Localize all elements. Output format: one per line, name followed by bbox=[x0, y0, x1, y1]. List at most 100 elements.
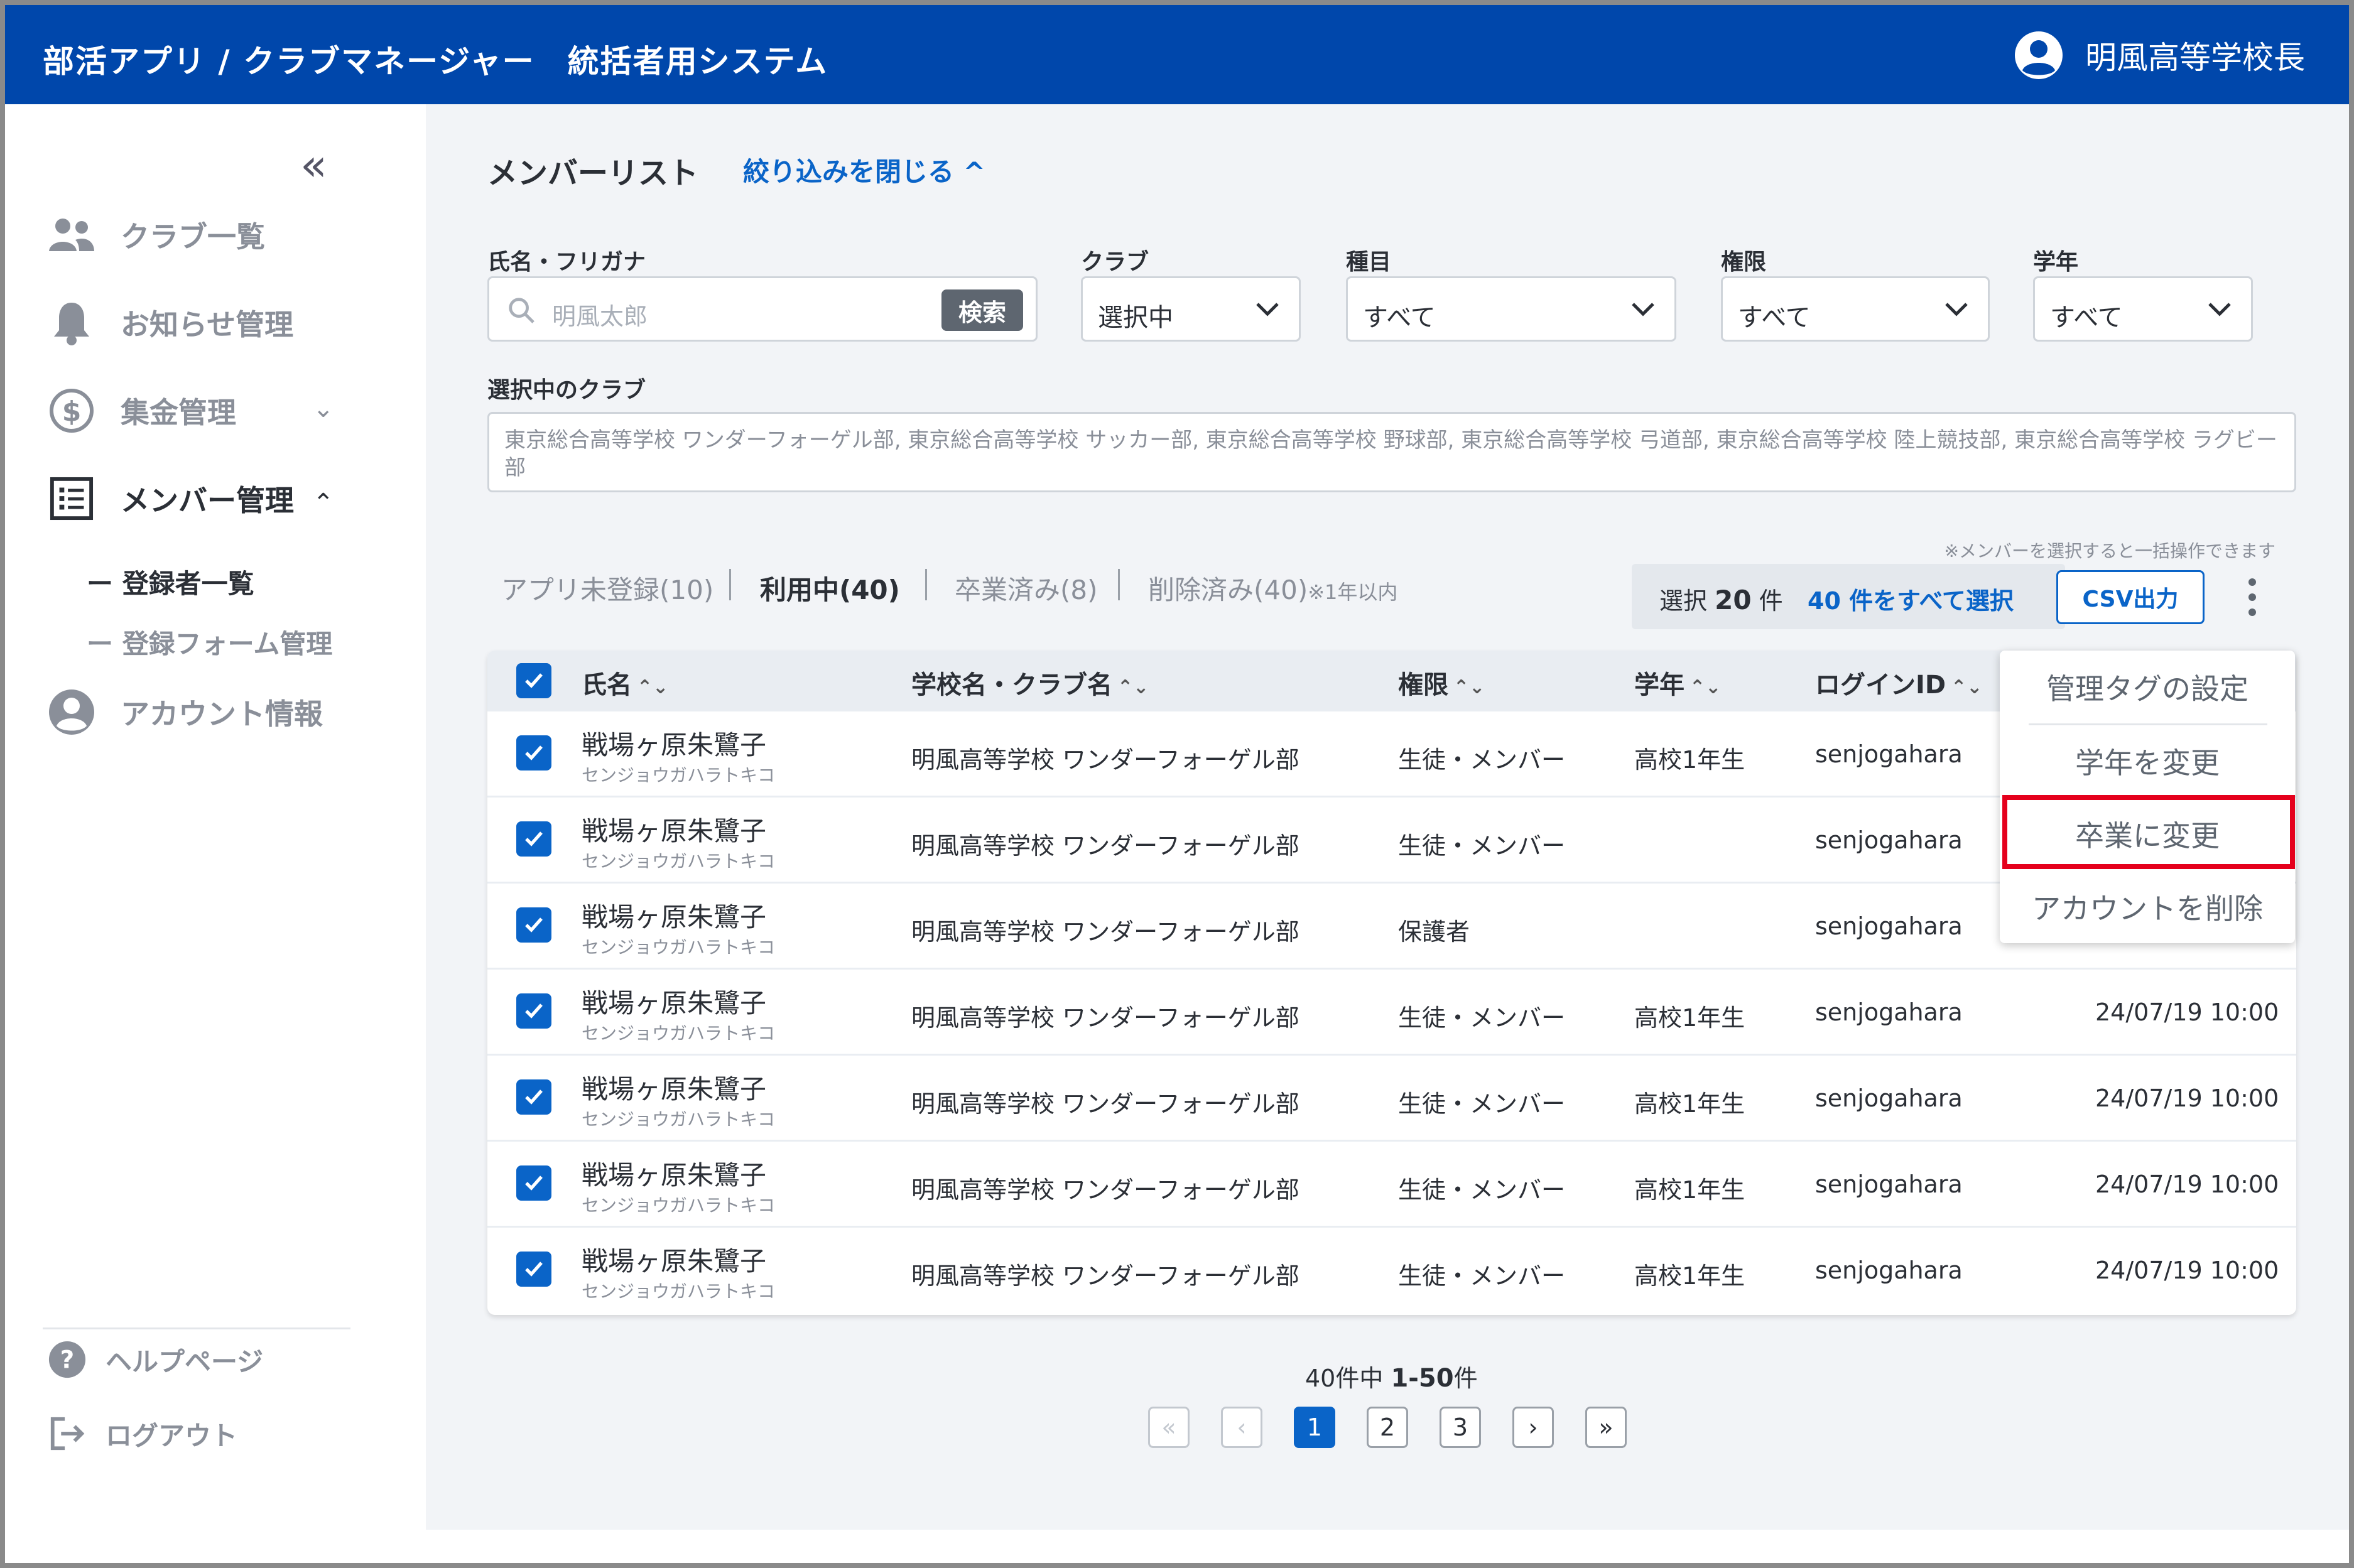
check-icon bbox=[525, 1003, 543, 1019]
next-page-button[interactable]: › bbox=[1512, 1407, 1554, 1448]
check-icon bbox=[525, 1176, 543, 1191]
member-login-id: senjogahara bbox=[1815, 1171, 1963, 1198]
sidebar: « クラブ一覧 お知らせ管理 $ 集金管理 ⌄ メンバー管理 ⌃ ー 登録者一覧… bbox=[5, 104, 426, 1530]
column-label: 学校名・クラブ名 bbox=[911, 671, 1112, 700]
name-search-field[interactable]: 明風太郎 検索 bbox=[487, 276, 1038, 342]
nav-item-collection[interactable]: $ 集金管理 bbox=[48, 387, 236, 435]
help-link[interactable]: ? ヘルプページ bbox=[48, 1340, 263, 1379]
member-name: 戦場ヶ原朱鷺子 bbox=[582, 1074, 767, 1105]
member-date: 24/07/19 10:00 bbox=[2095, 998, 2279, 1026]
type-select[interactable]: すべて bbox=[1346, 276, 1676, 342]
select-all-checkbox[interactable] bbox=[516, 663, 551, 698]
page-title: メンバーリスト bbox=[487, 156, 699, 191]
tab-deleted[interactable]: 削除済み(40)※1年以内 bbox=[1148, 569, 1397, 607]
type-select-value: すべて bbox=[1363, 303, 1436, 332]
role-select[interactable]: すべて bbox=[1721, 276, 1990, 342]
member-login-id: senjogahara bbox=[1815, 826, 1963, 854]
tab-graduated[interactable]: 卒業済み(8) bbox=[955, 569, 1098, 607]
member-role: 生徒・メンバー bbox=[1398, 832, 1566, 860]
nav-item-label: メンバー管理 bbox=[121, 484, 294, 517]
column-header-grade[interactable]: 学年 ⌃⌄ bbox=[1634, 664, 1721, 701]
row-checkbox[interactable] bbox=[516, 735, 551, 770]
column-header-login-id[interactable]: ログインID ⌃⌄ bbox=[1815, 664, 1982, 701]
column-label: 学年 bbox=[1634, 671, 1684, 700]
row-checkbox[interactable] bbox=[516, 907, 551, 943]
column-label: 氏名 bbox=[582, 671, 632, 700]
tab-divider bbox=[729, 569, 731, 600]
last-page-button[interactable]: » bbox=[1585, 1407, 1627, 1448]
check-icon bbox=[525, 673, 543, 688]
selection-summary: 選択 20 件 40 件をすべて選択 bbox=[1632, 564, 2065, 629]
nav-item-members[interactable]: メンバー管理 bbox=[48, 475, 294, 522]
menu-item-tag-settings[interactable]: 管理タグの設定 bbox=[2000, 651, 2295, 723]
selected-clubs-label: 選択中のクラブ bbox=[487, 377, 646, 403]
search-placeholder[interactable]: 明風太郎 bbox=[552, 297, 648, 332]
row-checkbox[interactable] bbox=[516, 993, 551, 1029]
filter-toggle-link[interactable]: 絞り込みを閉じる ^ bbox=[743, 151, 985, 189]
member-login-id: senjogahara bbox=[1815, 1257, 1963, 1284]
check-icon bbox=[525, 1089, 543, 1105]
role-filter-label: 権限 bbox=[1721, 249, 1767, 275]
row-checkbox[interactable] bbox=[516, 821, 551, 857]
member-grade: 高校1年生 bbox=[1634, 1004, 1745, 1032]
nav-item-account[interactable]: アカウント情報 bbox=[48, 688, 323, 736]
user-name: 明風高等学校長 bbox=[2085, 40, 2305, 76]
member-role: 保護者 bbox=[1398, 918, 1470, 946]
sort-icon: ⌃⌄ bbox=[1117, 676, 1149, 698]
pagination-range: 1-50 bbox=[1391, 1364, 1454, 1393]
nav-item-notices[interactable]: お知らせ管理 bbox=[48, 299, 293, 347]
help-icon: ? bbox=[48, 1341, 86, 1378]
bell-icon bbox=[48, 299, 95, 347]
member-role: 生徒・メンバー bbox=[1398, 1176, 1566, 1204]
first-page-button[interactable]: « bbox=[1148, 1407, 1190, 1448]
nav-item-label: クラブ一覧 bbox=[121, 220, 265, 254]
user-menu[interactable]: 明風高等学校長 bbox=[2014, 30, 2305, 80]
tab-active-users[interactable]: 利用中(40) bbox=[760, 569, 900, 607]
role-select-value: すべて bbox=[1738, 303, 1811, 332]
grade-filter-label: 学年 bbox=[2033, 249, 2079, 275]
page-button-1[interactable]: 1 bbox=[1294, 1407, 1335, 1448]
check-icon bbox=[525, 1262, 543, 1277]
table-row[interactable]: 戦場ヶ原朱鷺子 センジョウガハラトキコ 明風高等学校 ワンダーフォーゲル部 生徒… bbox=[487, 1226, 2296, 1312]
prev-page-button[interactable]: ‹ bbox=[1221, 1407, 1262, 1448]
chevron-up-icon[interactable]: ⌃ bbox=[313, 489, 334, 517]
member-grade: 高校1年生 bbox=[1634, 1176, 1745, 1204]
search-button[interactable]: 検索 bbox=[941, 289, 1023, 331]
member-date: 24/07/19 10:00 bbox=[2095, 1171, 2279, 1198]
highlight-box bbox=[2002, 795, 2295, 869]
row-checkbox[interactable] bbox=[516, 1165, 551, 1201]
more-options-icon[interactable] bbox=[2246, 578, 2259, 616]
column-header-role[interactable]: 権限 ⌃⌄ bbox=[1398, 664, 1485, 701]
selected-clubs-box: 東京総合高等学校 ワンダーフォーゲル部, 東京総合高等学校 サッカー部, 東京総… bbox=[487, 412, 2296, 492]
club-select[interactable]: 選択中 bbox=[1081, 276, 1301, 342]
member-grade: 高校1年生 bbox=[1634, 1262, 1745, 1290]
page-button-2[interactable]: 2 bbox=[1367, 1407, 1408, 1448]
tab-unregistered[interactable]: アプリ未登録(10) bbox=[501, 569, 713, 607]
member-login-id: senjogahara bbox=[1815, 912, 1963, 940]
row-checkbox[interactable] bbox=[516, 1079, 551, 1115]
sidebar-divider bbox=[43, 1327, 350, 1329]
member-club: 明風高等学校 ワンダーフォーゲル部 bbox=[911, 1176, 1299, 1204]
nav-sub-registration-forms[interactable]: ー 登録フォーム管理 bbox=[87, 623, 332, 661]
column-header-club[interactable]: 学校名・クラブ名 ⌃⌄ bbox=[911, 664, 1149, 701]
grade-select-value: すべて bbox=[2050, 303, 2123, 332]
select-all-link[interactable]: 40 件をすべて選択 bbox=[1808, 581, 2014, 616]
table-row[interactable]: 戦場ヶ原朱鷺子 センジョウガハラトキコ 明風高等学校 ワンダーフォーゲル部 生徒… bbox=[487, 968, 2296, 1054]
nav-sub-registered-list[interactable]: ー 登録者一覧 bbox=[87, 563, 254, 601]
page-button-3[interactable]: 3 bbox=[1440, 1407, 1481, 1448]
column-header-name[interactable]: 氏名 ⌃⌄ bbox=[582, 664, 668, 701]
row-checkbox[interactable] bbox=[516, 1252, 551, 1287]
table-row[interactable]: 戦場ヶ原朱鷺子 センジョウガハラトキコ 明風高等学校 ワンダーフォーゲル部 生徒… bbox=[487, 1140, 2296, 1226]
logout-link[interactable]: ログアウト bbox=[48, 1414, 237, 1453]
nav-item-clubs[interactable]: クラブ一覧 bbox=[48, 211, 265, 259]
help-label: ヘルプページ bbox=[106, 1346, 264, 1377]
grade-select[interactable]: すべて bbox=[2033, 276, 2253, 342]
table-row[interactable]: 戦場ヶ原朱鷺子 センジョウガハラトキコ 明風高等学校 ワンダーフォーゲル部 生徒… bbox=[487, 1054, 2296, 1140]
member-login-id: senjogahara bbox=[1815, 1084, 1963, 1112]
csv-export-button[interactable]: CSV出力 bbox=[2056, 570, 2205, 624]
chevron-down-icon[interactable]: ⌄ bbox=[313, 394, 334, 423]
menu-item-delete-account[interactable]: アカウントを削除 bbox=[2000, 870, 2295, 943]
collapse-sidebar-icon[interactable]: « bbox=[300, 143, 327, 187]
chevron-down-icon bbox=[1632, 303, 1654, 316]
menu-item-change-grade[interactable]: 学年を変更 bbox=[2000, 725, 2295, 798]
